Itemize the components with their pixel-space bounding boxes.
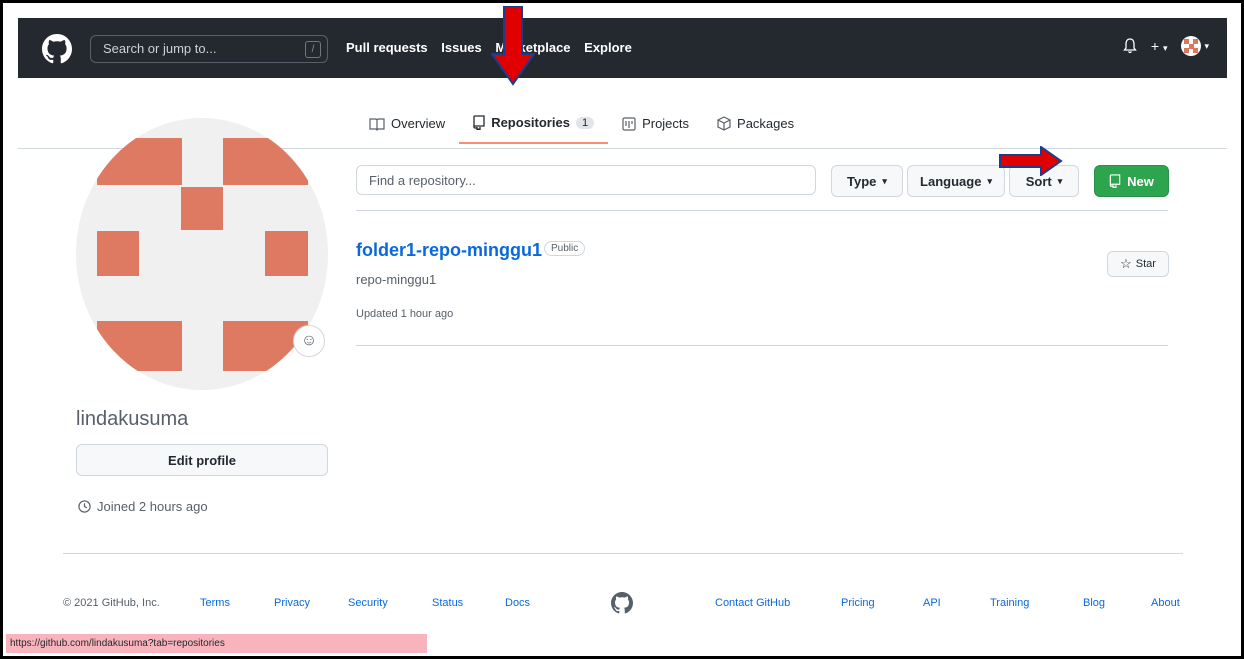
find-repository-input[interactable]: Find a repository...	[356, 165, 816, 195]
nav-pull-requests[interactable]: Pull requests	[346, 40, 428, 55]
repo-icon	[1109, 174, 1121, 188]
set-status-button[interactable]: ☺	[293, 325, 325, 357]
footer-copyright: © 2021 GitHub, Inc.	[63, 597, 160, 609]
tab-projects[interactable]: Projects	[608, 109, 703, 144]
chevron-down-icon: ▾	[1204, 40, 1209, 51]
type-filter-button[interactable]: Type ▾	[831, 165, 903, 197]
tab-packages-label: Packages	[737, 116, 795, 131]
annotation-arrow-down-icon	[491, 6, 535, 86]
footer-link-docs[interactable]: Docs	[505, 597, 530, 609]
visibility-badge: Public	[544, 241, 586, 256]
language-filter-button[interactable]: Language ▾	[907, 165, 1005, 197]
joined-text: Joined 2 hours ago	[97, 499, 208, 514]
nav-issues[interactable]: Issues	[441, 40, 481, 55]
user-menu[interactable]: ▾	[1181, 36, 1209, 56]
footer-divider	[63, 553, 1183, 554]
repo-count-badge: 1	[575, 116, 595, 129]
bell-icon[interactable]	[1123, 38, 1137, 54]
new-button-label: New	[1127, 173, 1154, 189]
repo-name-link[interactable]: folder1-repo-minggu1	[356, 240, 542, 261]
repo-updated: Updated 1 hour ago	[356, 308, 454, 320]
browser-status-url: https://github.com/lindakusuma?tab=repos…	[6, 634, 427, 653]
star-label: Star	[1135, 258, 1156, 270]
package-icon	[717, 116, 731, 131]
top-navbar: Search or jump to... / Pull requests Iss…	[18, 18, 1227, 78]
create-new-menu[interactable]: + ▾	[1151, 38, 1168, 54]
footer-link-contact[interactable]: Contact GitHub	[715, 597, 790, 609]
screenshot-frame: Search or jump to... / Pull requests Iss…	[0, 0, 1244, 659]
star-button[interactable]: ☆ Star	[1107, 251, 1169, 277]
smiley-icon: ☺	[300, 332, 318, 349]
profile-avatar[interactable]	[76, 118, 328, 390]
repo-icon	[473, 115, 485, 130]
github-footer-logo-icon[interactable]	[611, 592, 633, 614]
profile-username: lindakusuma	[76, 408, 189, 430]
footer-link-about[interactable]: About	[1151, 597, 1180, 609]
list-divider	[356, 345, 1168, 346]
footer-link-blog[interactable]: Blog	[1083, 597, 1105, 609]
edit-profile-button[interactable]: Edit profile	[76, 444, 328, 476]
plus-icon: +	[1150, 38, 1160, 54]
caret-down-icon: ▾	[987, 175, 992, 186]
avatar	[1181, 36, 1202, 56]
new-repository-button[interactable]: New	[1094, 165, 1169, 197]
tab-overview-label: Overview	[391, 116, 446, 131]
caret-down-icon: ▾	[1057, 175, 1063, 186]
type-filter-label: Type	[847, 173, 877, 189]
language-filter-label: Language	[920, 173, 982, 189]
nav-explore[interactable]: Explore	[584, 40, 632, 55]
footer-link-status[interactable]: Status	[432, 597, 463, 609]
clock-icon	[78, 500, 91, 513]
tab-packages[interactable]: Packages	[703, 109, 808, 144]
search-shortcut-key: /	[305, 41, 321, 58]
profile-tabs: Overview Repositories 1 Projects Package…	[355, 109, 808, 144]
project-icon	[622, 116, 636, 131]
tab-repositories[interactable]: Repositories 1	[459, 109, 609, 144]
footer-link-pricing[interactable]: Pricing	[841, 597, 875, 609]
joined-info: Joined 2 hours ago	[78, 499, 208, 514]
tab-repositories-label: Repositories	[491, 115, 570, 130]
chevron-down-icon: ▾	[1162, 43, 1168, 53]
footer-link-training[interactable]: Training	[990, 597, 1029, 609]
star-icon: ☆	[1120, 256, 1132, 271]
repo-description: repo-minggu1	[356, 272, 437, 287]
footer-link-privacy[interactable]: Privacy	[274, 597, 310, 609]
footer-link-terms[interactable]: Terms	[200, 597, 230, 609]
list-divider	[356, 210, 1168, 211]
annotation-arrow-right-icon	[999, 146, 1063, 176]
footer-link-api[interactable]: API	[923, 597, 941, 609]
search-input[interactable]: Search or jump to... /	[90, 35, 328, 63]
book-icon	[369, 117, 385, 131]
tab-overview[interactable]: Overview	[355, 109, 459, 144]
search-placeholder: Search or jump to...	[103, 41, 217, 56]
github-logo-icon[interactable]	[42, 34, 72, 64]
header-actions: + ▾ ▾	[1123, 36, 1209, 56]
caret-down-icon: ▾	[882, 175, 887, 186]
footer-link-security[interactable]: Security	[348, 597, 388, 609]
tab-projects-label: Projects	[642, 116, 690, 131]
find-repository-placeholder: Find a repository...	[369, 173, 476, 188]
